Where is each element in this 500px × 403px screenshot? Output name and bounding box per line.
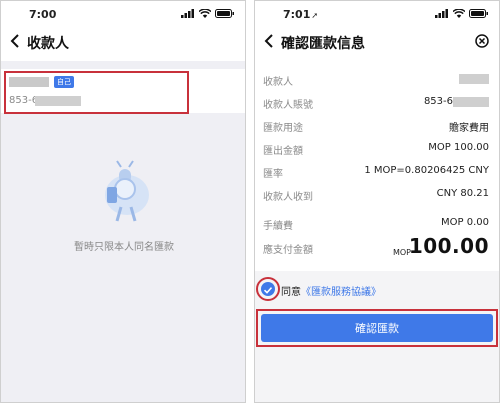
service-agreement-link[interactable]: 《匯款服務協議》 [301, 287, 381, 298]
status-time: 7:00 [29, 8, 57, 21]
row-label: 收款人 [263, 77, 293, 88]
signal-icon [435, 9, 448, 18]
agreement-text: 同意《匯款服務協議》 [281, 283, 381, 298]
row-label: 收款人收到 [263, 192, 313, 203]
detail-row-received: 收款人收到 CNY 80.21 [255, 184, 499, 204]
wifi-icon [199, 9, 211, 18]
checkbox-highlight-circle [256, 277, 280, 301]
detail-row-fee: 手續費 MOP 0.00 [255, 213, 499, 233]
row-value: 853-6 [423, 96, 453, 107]
chevron-left-icon[interactable] [9, 33, 21, 49]
status-bar: 7:01➚ [255, 1, 499, 23]
battery-icon [469, 9, 488, 18]
row-value: 1 MOP=0.80206425 CNY [364, 165, 489, 176]
row-value: 贍家費用 [449, 123, 489, 134]
agree-prefix: 同意 [281, 287, 301, 298]
total-payable-amount: 100.00 [408, 234, 489, 258]
detail-row-amount-out: 匯出金額 MOP 100.00 [255, 138, 499, 158]
nav-bar: 確認匯款信息 [255, 23, 499, 61]
row-label: 匯率 [263, 169, 283, 180]
account-redacted [453, 97, 489, 107]
row-label: 匯出金額 [263, 146, 303, 157]
row-label: 收款人賬號 [263, 100, 313, 111]
button-highlight-box [256, 309, 498, 347]
row-value: MOP 0.00 [441, 217, 489, 228]
detail-row-account: 收款人賬號 853-6 [255, 92, 499, 112]
right-phone-screen: 7:01➚ 確認匯款信息 收款人 收款人賬號 853-6 匯款用途 贍家費用 匯… [254, 0, 500, 403]
status-icons [435, 9, 489, 18]
page-title: 確認匯款信息 [281, 36, 365, 52]
battery-icon [215, 9, 234, 18]
row-value: MOP 100.00 [428, 142, 489, 153]
status-bar: 7:00 [1, 1, 245, 23]
empty-state-text: 暫時只限本人同名匯款 [74, 242, 174, 253]
row-value: CNY 80.21 [436, 188, 489, 199]
recipient-name-redacted [459, 74, 489, 84]
location-arrow-icon: ➚ [311, 11, 319, 20]
detail-row-purpose: 匯款用途 贍家費用 [255, 115, 499, 135]
detail-row-exchange-rate: 匯率 1 MOP=0.80206425 CNY [255, 161, 499, 181]
status-time: 7:01➚ [283, 8, 319, 21]
nav-bar: 收款人 [1, 23, 245, 61]
page-title: 收款人 [27, 36, 69, 52]
highlight-box [4, 71, 189, 114]
status-icons [181, 9, 235, 18]
row-label: 手續費 [263, 221, 293, 232]
empty-state-illustration-icon [105, 160, 149, 222]
chevron-left-icon[interactable] [263, 33, 275, 49]
signal-icon [181, 9, 194, 18]
close-circle-icon[interactable] [475, 34, 489, 48]
row-label: 匯款用途 [263, 123, 303, 134]
left-phone-screen: 7:00 收款人 自己 853-6 暫時只限本人同名匯款 [0, 0, 246, 403]
wifi-icon [453, 9, 465, 18]
total-payable-label: 應支付金額 [263, 245, 313, 256]
detail-row-recipient: 收款人 [255, 69, 499, 89]
